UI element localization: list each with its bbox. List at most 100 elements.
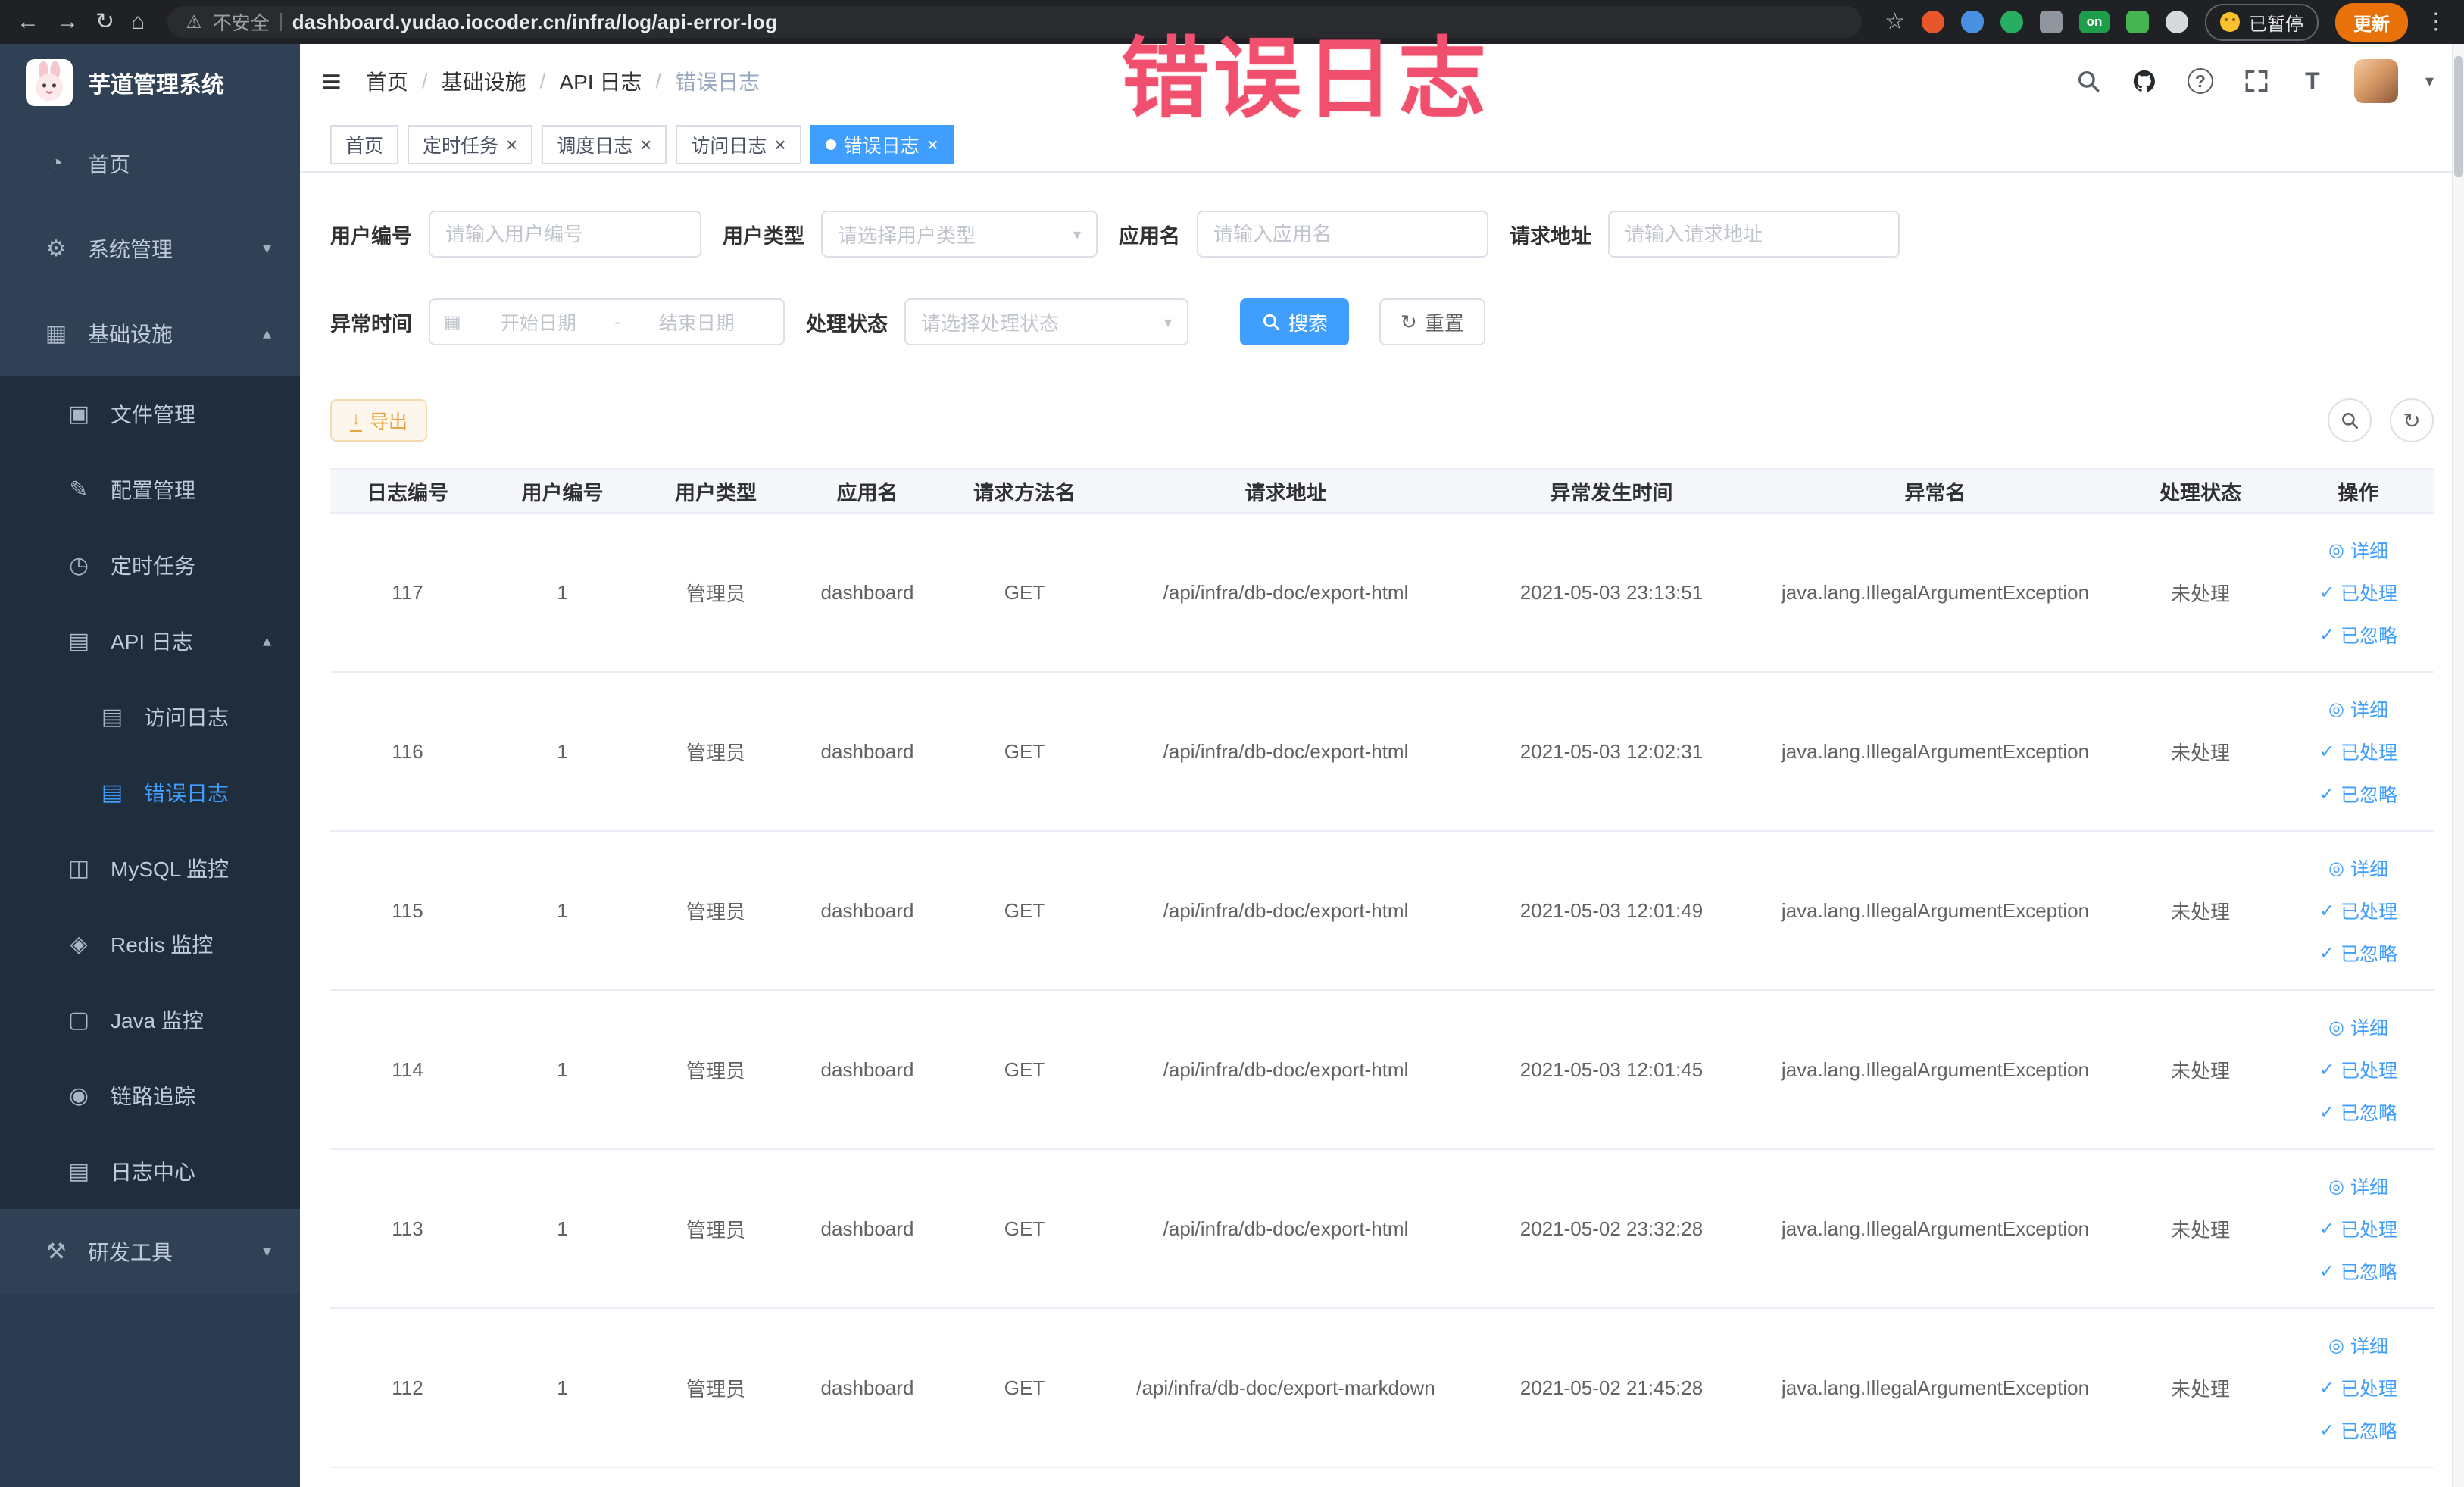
github-icon[interactable] — [2130, 67, 2159, 95]
extension-on-badge[interactable]: on — [2079, 11, 2110, 33]
sidebar-item-config-manage[interactable]: ✎ 配置管理 — [0, 451, 300, 527]
sidebar-item-redis-monitor[interactable]: ◈ Redis 监控 — [0, 906, 300, 982]
sidebar-item-log-center[interactable]: ▤ 日志中心 — [0, 1133, 300, 1209]
extensions-puzzle-icon[interactable] — [2040, 11, 2063, 33]
detail-link[interactable]: ◎ 详细 — [2328, 695, 2388, 723]
font-size-icon[interactable]: T — [2298, 67, 2327, 95]
sidebar-item-java-monitor[interactable]: ▢ Java 监控 — [0, 982, 300, 1057]
mark-ignored-link[interactable]: ✓ 已忽略 — [2319, 780, 2397, 808]
sidebar-item-file-manage[interactable]: ▣ 文件管理 — [0, 376, 300, 451]
tab-label: 访问日志 — [691, 136, 767, 157]
fullscreen-icon[interactable] — [2242, 67, 2271, 95]
table-header-row: 日志编号 用户编号 用户类型 应用名 请求方法名 请求地址 异常发生时间 异常名 处理状态 操作 — [330, 468, 2434, 514]
tab[interactable]: 定时任务 × — [408, 125, 533, 164]
table-row[interactable]: 117 1 管理员 dashboard GET /api/infra/db-do… — [330, 514, 2434, 673]
sidebar-item-label: Java 监控 — [111, 1009, 204, 1032]
update-button[interactable]: 更新 — [2335, 2, 2408, 42]
detail-link[interactable]: ◎ 详细 — [2328, 1332, 2388, 1359]
security-label[interactable]: 不安全 — [213, 8, 270, 36]
sidebar-item-access-log[interactable]: ▤ 访问日志 — [0, 679, 300, 754]
search-icon[interactable] — [2074, 67, 2103, 95]
user-avatar[interactable] — [2353, 59, 2398, 103]
detail-link[interactable]: ◎ 详细 — [2328, 1173, 2388, 1200]
mark-ignored-link[interactable]: ✓ 已忽略 — [2319, 1098, 2397, 1126]
scrollbar[interactable] — [2452, 44, 2464, 1487]
sidebar-item-api-log[interactable]: ▤ API 日志 ▴ — [0, 603, 300, 679]
extension-icon[interactable] — [2166, 11, 2188, 33]
extension-icon[interactable] — [1961, 11, 1984, 33]
help-icon[interactable]: ? — [2186, 67, 2215, 95]
close-icon[interactable]: × — [774, 135, 785, 155]
sidebar-item-mysql-monitor[interactable]: ◫ MySQL 监控 — [0, 830, 300, 906]
mark-processed-link[interactable]: ✓ 已处理 — [2319, 1215, 2397, 1242]
user-id-input[interactable] — [429, 211, 701, 258]
home-icon[interactable]: ⌂ — [131, 11, 145, 33]
paused-badge[interactable]: 已暂停 — [2205, 3, 2319, 41]
breadcrumb-item[interactable]: API 日志 — [559, 66, 642, 96]
hamburger-icon[interactable]: ≡ — [321, 64, 342, 98]
cell-log-id: 113 — [392, 1217, 423, 1240]
detail-link[interactable]: ◎ 详细 — [2328, 536, 2388, 564]
tab[interactable]: 访问日志 × — [676, 125, 801, 164]
sidebar-item-trace[interactable]: ◉ 链路追踪 — [0, 1057, 300, 1133]
mark-processed-link[interactable]: ✓ 已处理 — [2319, 1374, 2397, 1401]
detail-link[interactable]: ◎ 详细 — [2328, 854, 2388, 882]
request-url-input[interactable] — [1608, 211, 1900, 258]
detail-link[interactable]: ◎ 详细 — [2328, 1014, 2388, 1041]
sidebar-item-home[interactable]: ◔ 首页 — [0, 121, 300, 206]
date-range-picker[interactable]: ▦ 开始日期 - 结束日期 — [429, 298, 785, 345]
forward-icon[interactable]: → — [56, 11, 79, 33]
mark-ignored-link[interactable]: ✓ 已忽略 — [2319, 621, 2397, 648]
mark-processed-link[interactable]: ✓ 已处理 — [2319, 579, 2397, 606]
refresh-table-button[interactable]: ↻ — [2390, 398, 2434, 442]
reset-button[interactable]: ↻ 重置 — [1379, 298, 1485, 345]
user-type-select[interactable]: 请选择用户类型 ▾ — [821, 211, 1098, 258]
toggle-search-button[interactable] — [2328, 398, 2372, 442]
sidebar-item-infra[interactable]: ▦ 基础设施 ▴ — [0, 291, 300, 376]
mark-ignored-link[interactable]: ✓ 已忽略 — [2319, 1257, 2397, 1285]
table-row[interactable]: 112 1 管理员 dashboard GET /api/infra/db-do… — [330, 1309, 2434, 1468]
extension-icon[interactable] — [2126, 11, 2149, 33]
menu-dots-icon[interactable]: ⋮ — [2425, 11, 2447, 33]
search-button[interactable]: 搜索 — [1240, 298, 1350, 345]
close-icon[interactable]: × — [506, 135, 517, 155]
mark-processed-link[interactable]: ✓ 已处理 — [2319, 738, 2397, 765]
process-status-select[interactable]: 请选择处理状态 ▾ — [904, 298, 1188, 345]
tab[interactable]: 调度日志 × — [542, 125, 667, 164]
detail-link-label: 详细 — [2350, 1177, 2388, 1198]
table-row[interactable]: 116 1 管理员 dashboard GET /api/infra/db-do… — [330, 673, 2434, 832]
address-bar[interactable]: ⚠ 不安全 dashboard.yudao.iocoder.cn/infra/l… — [167, 6, 1863, 38]
back-icon[interactable]: ← — [17, 11, 39, 33]
mark-ignored-link[interactable]: ✓ 已忽略 — [2319, 1417, 2397, 1444]
table-row[interactable]: 114 1 管理员 dashboard GET /api/infra/db-do… — [330, 991, 2434, 1150]
table-row[interactable]: 115 1 管理员 dashboard GET /api/infra/db-do… — [330, 832, 2434, 991]
bookmark-star-icon[interactable]: ☆ — [1885, 11, 1905, 33]
detail-link-label: 详细 — [2350, 1336, 2388, 1357]
breadcrumb-item[interactable]: 基础设施 — [442, 66, 526, 96]
tab[interactable]: 首页 × — [330, 125, 399, 164]
mark-ignored-link[interactable]: ✓ 已忽略 — [2319, 939, 2397, 967]
tab[interactable]: 错误日志 × — [810, 125, 954, 164]
mark-processed-link[interactable]: ✓ 已处理 — [2319, 1056, 2397, 1083]
sidebar-item-system[interactable]: ⚙ 系统管理 ▾ — [0, 206, 300, 291]
table-row[interactable]: 113 1 管理员 dashboard GET /api/infra/db-do… — [330, 1150, 2434, 1309]
close-icon[interactable]: × — [640, 135, 651, 155]
sidebar-item-scheduled-jobs[interactable]: ◷ 定时任务 — [0, 527, 300, 603]
export-button[interactable]: ↓ 导出 — [330, 399, 428, 442]
breadcrumb-item[interactable]: 首页 — [366, 66, 408, 96]
timer-icon: ◷ — [68, 552, 89, 578]
filter-row-2: 异常时间 ▦ 开始日期 - 结束日期 处理状态 请选择处理状态 ▾ 搜索 ↻ 重… — [330, 298, 2434, 345]
avatar-dropdown-caret-icon[interactable]: ▾ — [2425, 71, 2434, 91]
extension-icon[interactable] — [1922, 11, 1944, 33]
extension-icon[interactable] — [2000, 11, 2023, 33]
close-icon[interactable]: × — [927, 135, 938, 155]
reload-icon[interactable]: ↻ — [95, 11, 114, 33]
cell-app-name: dashboard — [820, 1217, 914, 1240]
sidebar-item-error-log[interactable]: ▤ 错误日志 — [0, 754, 300, 830]
sidebar-item-dev-tools[interactable]: ⚒ 研发工具 ▾ — [0, 1209, 300, 1294]
scrollbar-thumb[interactable] — [2454, 56, 2463, 177]
logo[interactable]: 芋道管理系统 — [0, 44, 300, 121]
app-name-input[interactable] — [1197, 211, 1488, 258]
url-text[interactable]: dashboard.yudao.iocoder.cn/infra/log/api… — [292, 11, 778, 34]
mark-processed-link[interactable]: ✓ 已处理 — [2319, 897, 2397, 924]
